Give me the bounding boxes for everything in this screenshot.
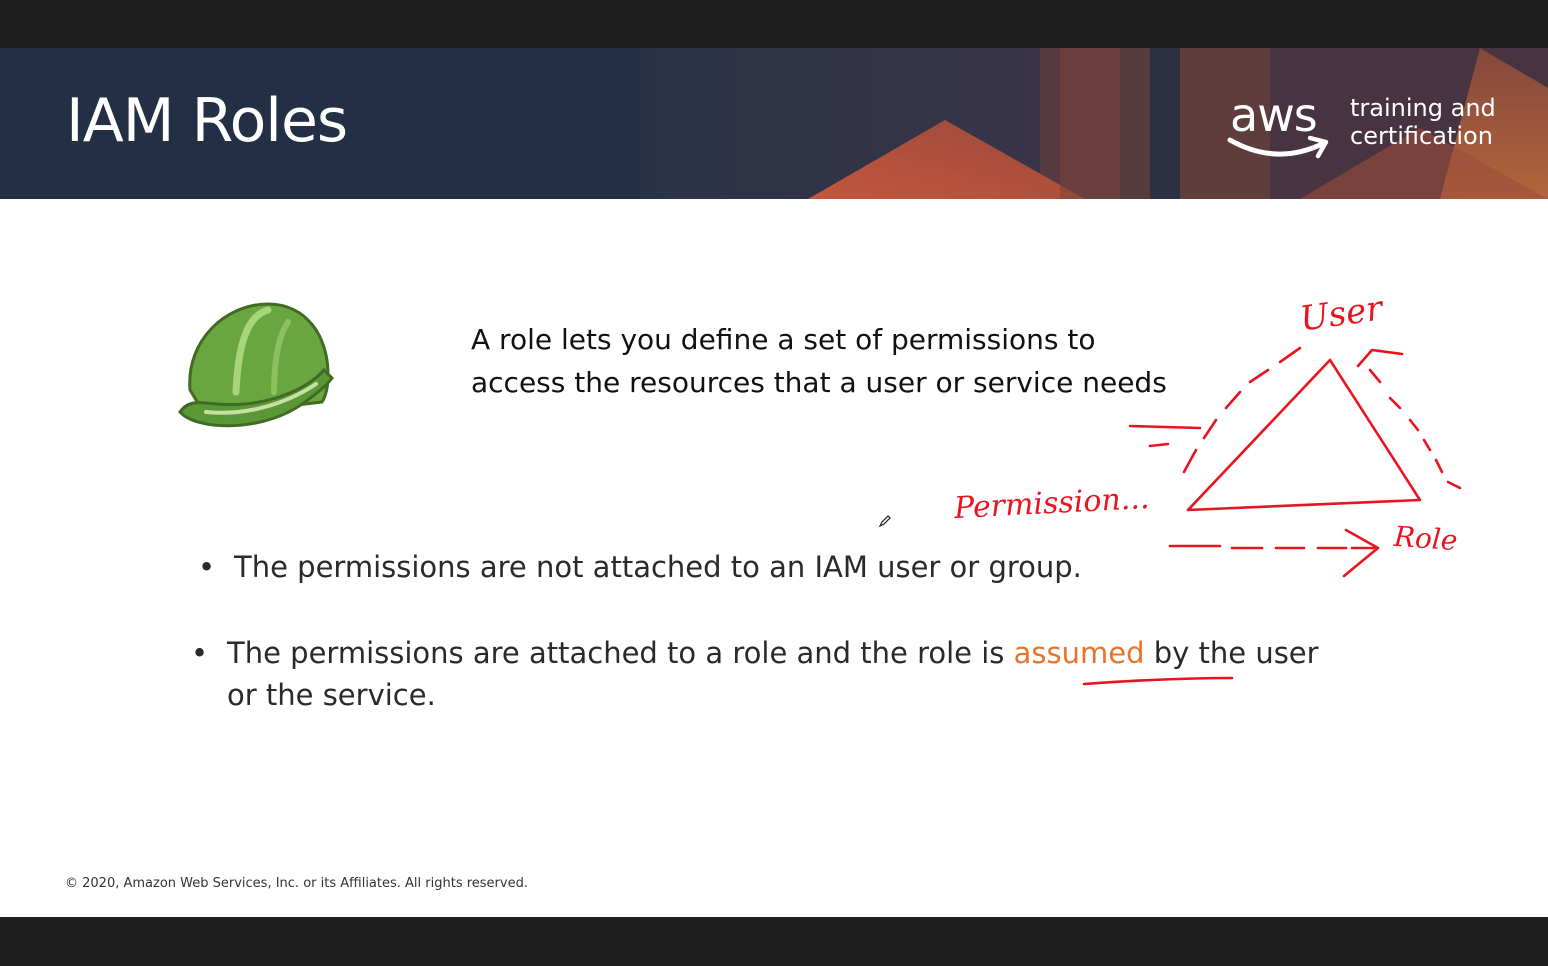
ink-arrow-head-bottom	[1342, 528, 1380, 578]
ink-triangle	[1186, 358, 1422, 512]
slide: IAM Roles aws training and certification…	[0, 48, 1548, 917]
viewer-top-bar	[0, 0, 1548, 48]
ink-label-role: Role	[1392, 519, 1459, 558]
ink-arrow-left	[1128, 424, 1202, 448]
ink-arrow-right-top	[1356, 348, 1404, 368]
pen-cursor-icon	[878, 515, 891, 528]
ink-annotations	[1082, 346, 1462, 686]
ink-dashed-bottom	[1168, 544, 1376, 550]
viewer-bottom-bar	[0, 917, 1548, 966]
ink-underline-assumed	[1082, 676, 1234, 686]
ink-dashed-right-arc	[1368, 368, 1462, 490]
